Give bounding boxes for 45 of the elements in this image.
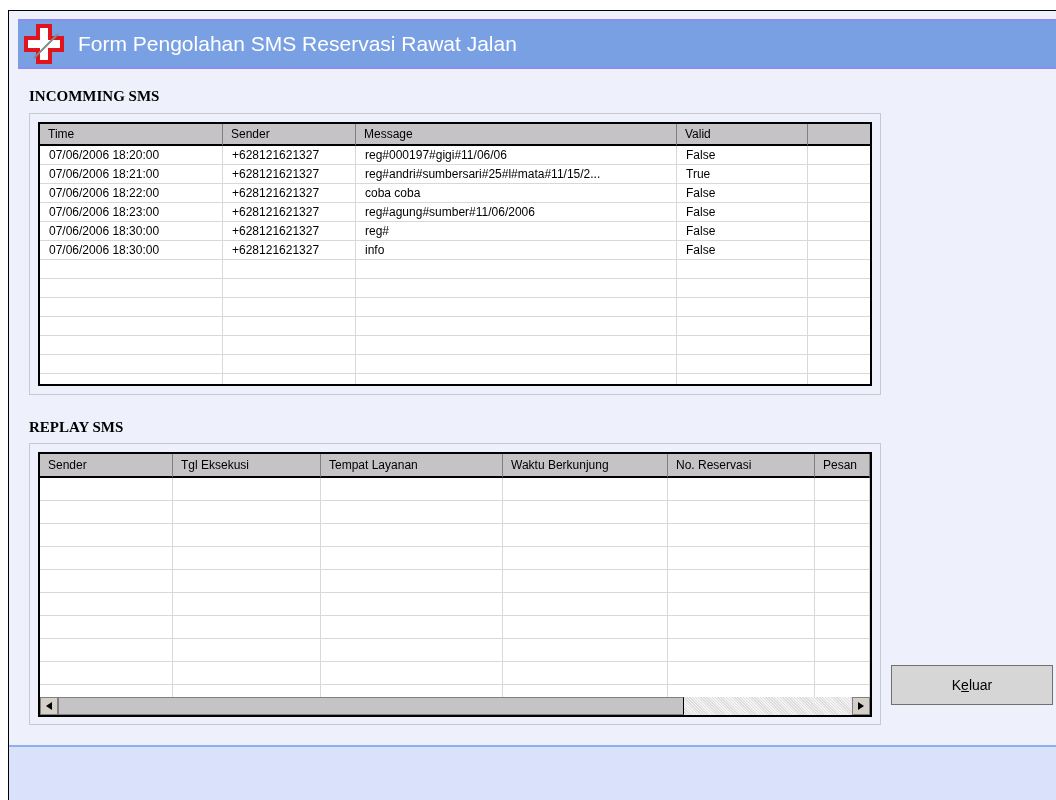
table-cell: +628121621327 <box>223 202 356 221</box>
table-cell: +628121621327 <box>223 164 356 183</box>
table-cell: 07/06/2006 18:22:00 <box>40 183 223 202</box>
scroll-thumb[interactable] <box>58 697 684 715</box>
table-cell: 07/06/2006 18:20:00 <box>40 145 223 164</box>
table-cell: False <box>677 202 808 221</box>
right-arrow-icon <box>858 702 864 710</box>
left-arrow-icon <box>46 702 52 710</box>
horizontal-scrollbar[interactable] <box>40 697 870 715</box>
column-header[interactable]: Sender <box>40 454 173 478</box>
table-cell: reg#andri#sumbersari#25#l#mata#11/15/2... <box>356 164 677 183</box>
column-header[interactable]: Waktu Berkunjung <box>503 454 668 478</box>
table-cell: True <box>677 164 808 183</box>
column-header[interactable]: Tgl Eksekusi <box>173 454 321 478</box>
table-cell: False <box>677 183 808 202</box>
column-header[interactable]: Time <box>40 123 223 146</box>
scroll-left-button[interactable] <box>40 697 58 715</box>
column-header[interactable]: Valid <box>677 123 808 146</box>
table-cell: 07/06/2006 18:23:00 <box>40 202 223 221</box>
table-cell: 07/06/2006 18:30:00 <box>40 221 223 240</box>
table-cell: +628121621327 <box>223 221 356 240</box>
column-header[interactable]: Pesan <box>815 454 870 478</box>
table-cell: reg#000197#gigi#11/06/06 <box>356 145 677 164</box>
column-header[interactable]: Sender <box>223 123 356 146</box>
table-cell: False <box>677 145 808 164</box>
section-heading: REPLAY SMS <box>29 417 125 437</box>
table-cell: coba coba <box>356 183 677 202</box>
scroll-right-button[interactable] <box>852 697 870 715</box>
table-cell: 07/06/2006 18:30:00 <box>40 240 223 259</box>
column-header[interactable]: Tempat Layanan <box>321 454 503 478</box>
column-header[interactable]: Message <box>356 123 677 146</box>
section-heading: INCOMMING SMS <box>29 87 161 106</box>
table-cell: +628121621327 <box>223 183 356 202</box>
table-cell: False <box>677 221 808 240</box>
table-cell: False <box>677 240 808 259</box>
table-cell: +628121621327 <box>223 145 356 164</box>
column-header[interactable]: No. Reservasi <box>668 454 815 478</box>
table-cell: reg#agung#sumber#11/06/2006 <box>356 202 677 221</box>
table-cell: reg# <box>356 221 677 240</box>
window-title: Form Pengolahan SMS Reservasi Rawat Jalan <box>78 31 517 58</box>
table-cell: +628121621327 <box>223 240 356 259</box>
table-cell: 07/06/2006 18:21:00 <box>40 164 223 183</box>
medical-cross-icon <box>24 24 66 64</box>
table-cell: info <box>356 240 677 259</box>
exit-button[interactable]: Keluar <box>891 665 1053 705</box>
